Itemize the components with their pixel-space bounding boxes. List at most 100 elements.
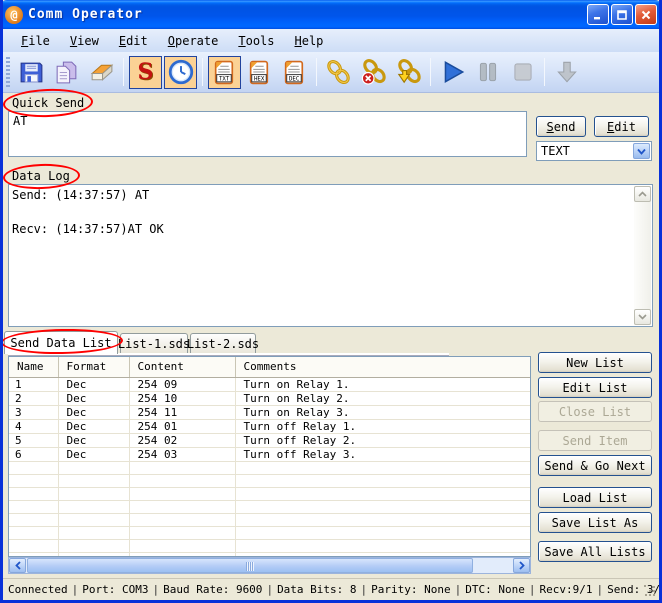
status-baud-rate: Baud Rate: 9600 (163, 583, 262, 596)
cell-name: 4 (9, 419, 58, 433)
reconnect-icon[interactable] (392, 56, 425, 89)
column-header-content[interactable]: Content (129, 357, 235, 377)
hex-format-icon[interactable]: HEX (243, 56, 276, 89)
quick-send-label: Quick Send (12, 96, 84, 110)
send-data-list-table[interactable]: Name Format Content Comments 1Dec254 09T… (8, 356, 531, 557)
toolbar-separator (316, 58, 317, 86)
menu-edit[interactable]: Edit (111, 32, 156, 50)
toolbar-separator (430, 58, 431, 86)
cell-comments: Turn on Relay 1. (235, 377, 530, 391)
close-list-button: Close List (538, 401, 652, 422)
load-list-button[interactable]: Load List (538, 487, 652, 508)
scroll-left-icon[interactable] (9, 558, 26, 573)
column-header-name[interactable]: Name (9, 357, 58, 377)
cell-comments: Turn off Relay 2. (235, 433, 530, 447)
cell-name: 1 (9, 377, 58, 391)
cell-format: Dec (58, 447, 129, 461)
toolbar-grip[interactable] (6, 57, 10, 87)
connect-icon[interactable] (322, 56, 355, 89)
tab-list-1[interactable]: List-1.sds (120, 333, 188, 354)
cell-content: 254 03 (129, 447, 235, 461)
table-row[interactable]: 6Dec254 03Turn off Relay 3. (9, 447, 530, 461)
menu-file[interactable]: File (13, 32, 58, 50)
svg-text:TXT: TXT (219, 76, 230, 82)
close-icon (640, 9, 652, 21)
new-list-button[interactable]: New List (538, 352, 652, 373)
cell-name: 3 (9, 405, 58, 419)
close-button[interactable] (635, 4, 657, 25)
status-separator: | (597, 583, 604, 596)
edit-button[interactable]: Edit (594, 116, 649, 137)
minimize-icon (592, 9, 604, 21)
menu-view[interactable]: View (62, 32, 107, 50)
status-separator: | (361, 583, 368, 596)
column-header-format[interactable]: Format (58, 357, 129, 377)
table-row[interactable]: 1Dec254 09Turn on Relay 1. (9, 377, 530, 391)
status-recv-count: Recv:9/1 (540, 583, 593, 596)
status-dtc: DTC: None (465, 583, 525, 596)
eraser-icon[interactable] (85, 56, 118, 89)
table-empty-row (9, 474, 530, 487)
table-row[interactable]: 5Dec254 02Turn off Relay 2. (9, 433, 530, 447)
table-empty-row (9, 539, 530, 552)
table-empty-row (9, 500, 530, 513)
table-row[interactable]: 4Dec254 01Turn off Relay 1. (9, 419, 530, 433)
status-data-bits: Data Bits: 8 (277, 583, 356, 596)
status-separator: | (529, 583, 536, 596)
save-list-as-button[interactable]: Save List As (538, 512, 652, 533)
send-item-button: Send Item (538, 430, 652, 451)
text-format-icon[interactable]: TXT (208, 56, 241, 89)
dec-format-icon[interactable]: DEC (278, 56, 311, 89)
comm-operator-window: @ Comm Operator File View Edit Operate T… (0, 0, 662, 603)
minimize-button[interactable] (587, 4, 609, 25)
toolbar-separator (202, 58, 203, 86)
menu-tools[interactable]: Tools (230, 32, 282, 50)
data-log-box[interactable]: Send: (14:37:57) AT Recv: (14:37:57)AT O… (8, 184, 653, 327)
table-row[interactable]: 3Dec254 11Turn on Relay 3. (9, 405, 530, 419)
scroll-right-icon[interactable] (513, 558, 530, 573)
resize-grip[interactable] (644, 585, 657, 598)
tab-send-data-list[interactable]: Send Data List (4, 331, 118, 354)
window-title: Comm Operator (28, 7, 585, 22)
send-mode-select[interactable]: TEXT (536, 141, 652, 161)
cell-name: 2 (9, 391, 58, 405)
cell-format: Dec (58, 391, 129, 405)
column-header-comments[interactable]: Comments (235, 357, 530, 377)
data-log-scrollbar[interactable] (634, 186, 651, 325)
stop-icon (506, 56, 539, 89)
single-send-icon[interactable]: S (129, 56, 162, 89)
status-separator: | (152, 583, 159, 596)
send-mode-value: TEXT (537, 144, 633, 158)
scroll-up-icon[interactable] (634, 186, 651, 202)
titlebar[interactable]: @ Comm Operator (0, 0, 662, 29)
menu-help[interactable]: Help (287, 32, 332, 50)
scroll-down-icon[interactable] (634, 309, 651, 325)
cell-comments: Turn off Relay 3. (235, 447, 530, 461)
cell-comments: Turn off Relay 1. (235, 419, 530, 433)
table-horizontal-scrollbar[interactable] (8, 557, 531, 574)
data-log-text: Send: (14:37:57) AT Recv: (14:37:57)AT O… (12, 187, 630, 324)
table-header-row: Name Format Content Comments (9, 357, 530, 377)
save-all-lists-button[interactable]: Save All Lists (538, 541, 652, 562)
cell-format: Dec (58, 405, 129, 419)
status-separator: | (455, 583, 462, 596)
send-button[interactable]: Send (536, 116, 586, 137)
toolbar-separator (123, 58, 124, 86)
play-icon[interactable] (436, 56, 469, 89)
send-and-go-next-button[interactable]: Send & Go Next (538, 455, 652, 476)
maximize-button[interactable] (611, 4, 633, 25)
chevron-down-icon[interactable] (633, 143, 650, 159)
table-row[interactable]: 2Dec254 10Turn on Relay 2. (9, 391, 530, 405)
cell-name: 5 (9, 433, 58, 447)
copy-icon[interactable] (50, 56, 83, 89)
tab-list-2[interactable]: List-2.sds (190, 333, 256, 354)
save-icon[interactable] (15, 56, 48, 89)
quick-send-input[interactable]: AT (8, 111, 527, 157)
scrollbar-thumb[interactable] (27, 558, 473, 573)
edit-list-button[interactable]: Edit List (538, 377, 652, 398)
menu-operate[interactable]: Operate (160, 32, 227, 50)
disconnect-icon[interactable] (357, 56, 390, 89)
timer-icon[interactable] (164, 56, 197, 89)
status-separator: | (266, 583, 273, 596)
table-empty-row (9, 487, 530, 500)
